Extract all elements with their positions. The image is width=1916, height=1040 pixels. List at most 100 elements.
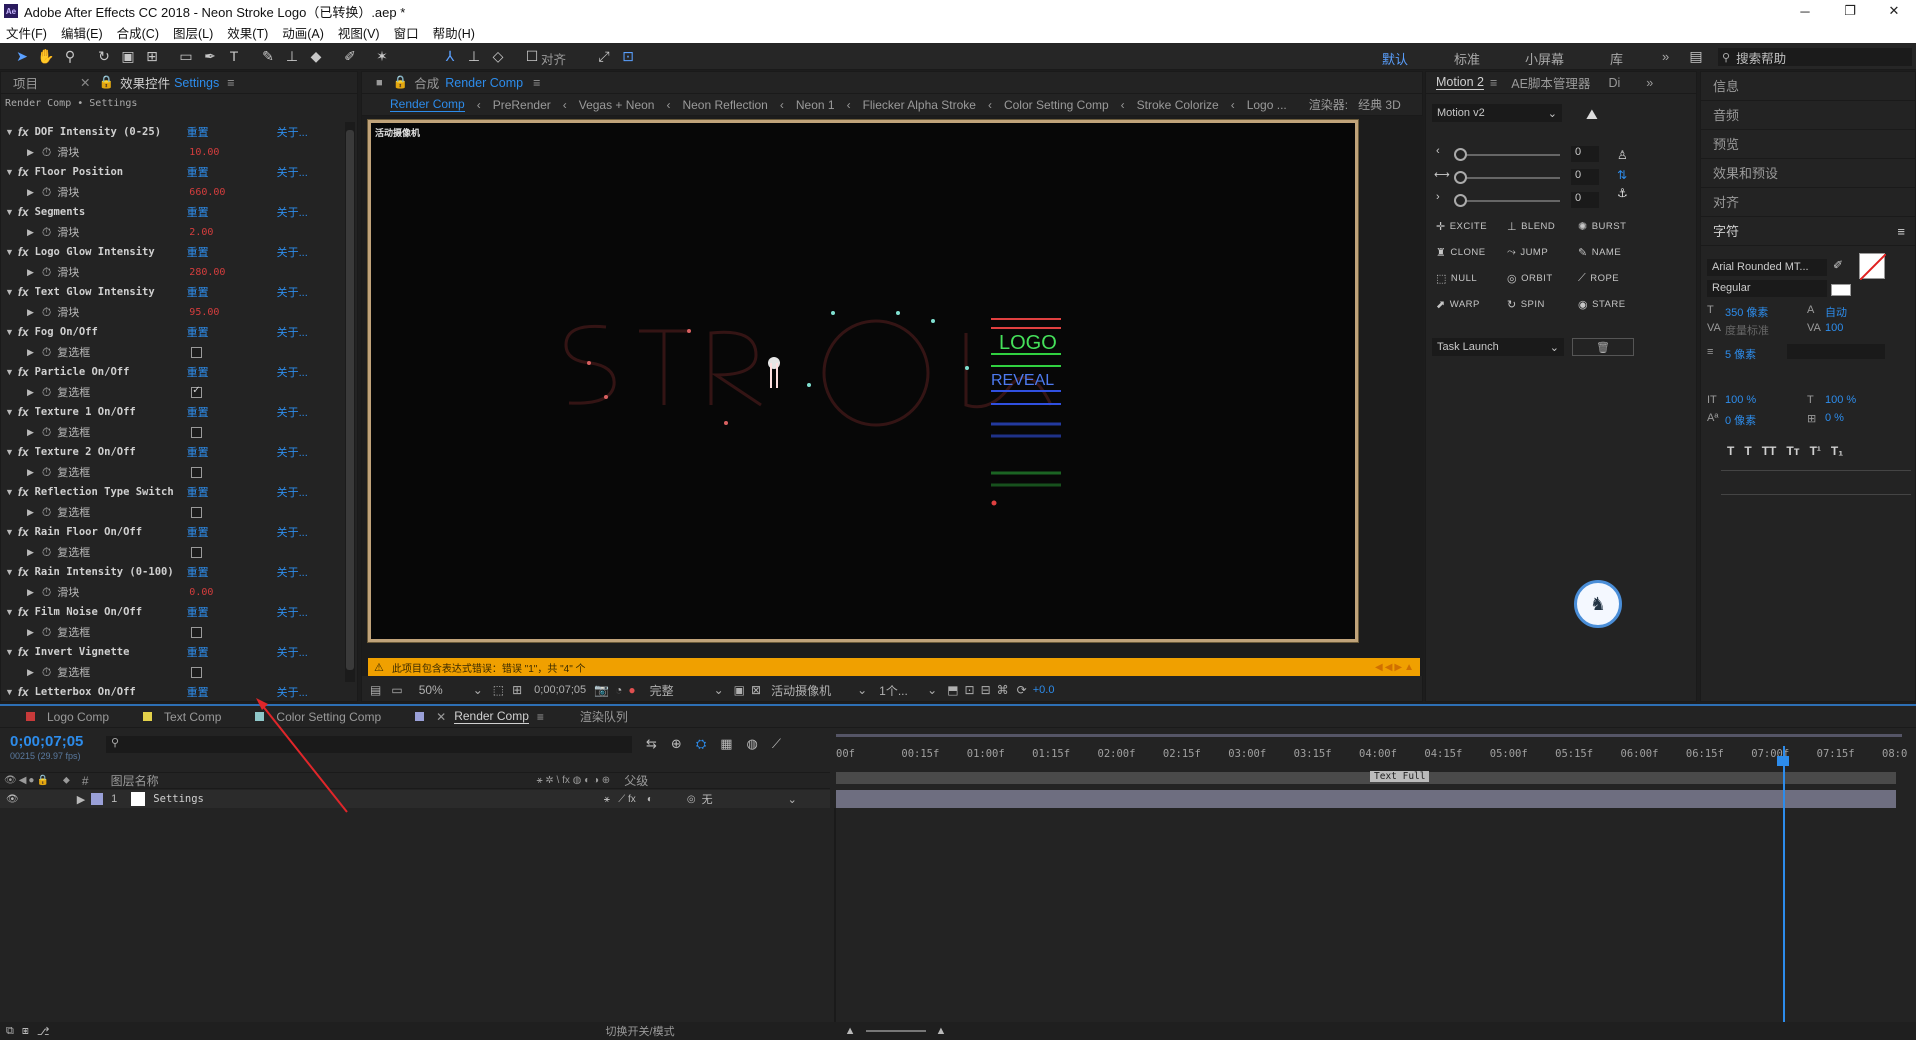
effects-scroll-thumb[interactable] bbox=[346, 130, 354, 670]
panel-audio[interactable]: 音频 bbox=[1701, 101, 1915, 130]
visibility-eye-icon[interactable]: 👁 bbox=[6, 794, 19, 805]
timeline-tab[interactable]: Text Comp bbox=[143, 710, 221, 724]
reset-exposure-icon[interactable]: ⟳ bbox=[1017, 683, 1027, 697]
disclosure-triangle-icon[interactable]: ▼ bbox=[5, 407, 14, 417]
tab-effect-controls[interactable]: 效果控件 bbox=[120, 73, 170, 92]
toggle-switches-modes[interactable]: 切换开关/模式 bbox=[606, 1023, 675, 1039]
tracking-value[interactable]: 100 bbox=[1825, 322, 1843, 334]
layer-search-input[interactable]: ⚲ bbox=[106, 736, 632, 753]
leading-value[interactable]: 自动 bbox=[1825, 304, 1847, 320]
checkbox[interactable] bbox=[191, 666, 203, 678]
effect-header[interactable]: ▼ fx Reflection Type Switch 重置 关于... bbox=[1, 482, 341, 502]
views-dropdown[interactable]: 1个... bbox=[879, 682, 927, 699]
workspace-library[interactable]: 库 bbox=[1610, 49, 1623, 68]
expand-arrow-icon[interactable]: ▶ bbox=[27, 547, 34, 558]
disclosure-triangle-icon[interactable]: ▼ bbox=[5, 567, 14, 577]
motion-name-button[interactable]: ✎ NAME bbox=[1578, 246, 1621, 259]
panel-menu-icon[interactable]: ≡ bbox=[533, 76, 540, 90]
snap-option-icon[interactable]: ⤢ bbox=[594, 46, 614, 66]
slider-knob[interactable] bbox=[1454, 194, 1467, 207]
snap-checkbox-icon[interactable]: ☐ bbox=[522, 46, 542, 66]
motion-stare-button[interactable]: ◉ STARE bbox=[1578, 298, 1626, 311]
motion-jump-button[interactable]: ⤳ JUMP bbox=[1507, 246, 1548, 259]
effect-header[interactable]: ▼ fx Film Noise On/Off 重置 关于... bbox=[1, 602, 341, 622]
fx-icon[interactable]: fx bbox=[18, 245, 29, 259]
slider-track[interactable] bbox=[1460, 200, 1560, 202]
zoom-slider[interactable] bbox=[865, 1030, 926, 1032]
effect-header[interactable]: ▼ fx DOF Intensity (0-25) 重置 关于... bbox=[1, 122, 341, 142]
lock-icon[interactable]: 🔒 bbox=[393, 75, 409, 90]
stopwatch-icon[interactable]: ⏱ bbox=[42, 305, 51, 320]
stopwatch-icon[interactable]: ⏱ bbox=[42, 425, 51, 440]
timeline-tab[interactable]: ✕ Render Comp ≡ bbox=[415, 709, 544, 724]
hand-tool-icon[interactable]: ✋ bbox=[36, 46, 56, 66]
disclosure-triangle-icon[interactable]: ▼ bbox=[5, 687, 14, 697]
camera-dropdown[interactable]: 活动摄像机 bbox=[771, 682, 857, 699]
vertical-scale-value[interactable]: 100 % bbox=[1725, 394, 1756, 406]
fx-icon[interactable]: fx bbox=[18, 205, 29, 219]
slider-value[interactable]: 95.00 bbox=[189, 307, 219, 318]
expand-arrow-icon[interactable]: ▶ bbox=[27, 467, 34, 478]
graph-editor-icon[interactable]: ⟋ bbox=[772, 736, 781, 752]
font-style-button[interactable]: Tт bbox=[1786, 444, 1799, 458]
effect-header[interactable]: ▼ fx Floor Position 重置 关于... bbox=[1, 162, 341, 182]
grid-icon[interactable]: ⊞ bbox=[512, 683, 522, 697]
motion-burst-button[interactable]: ✺ BURST bbox=[1578, 220, 1626, 233]
about-link[interactable]: 关于... bbox=[277, 444, 308, 460]
effect-header[interactable]: ▼ fx Segments 重置 关于... bbox=[1, 202, 341, 222]
motion-spin-button[interactable]: ↻ SPIN bbox=[1507, 298, 1545, 311]
about-link[interactable]: 关于... bbox=[277, 404, 308, 420]
about-link[interactable]: 关于... bbox=[277, 484, 308, 500]
font-style-dropdown[interactable]: Regular bbox=[1707, 280, 1827, 297]
brush-tool-icon[interactable]: ✎ bbox=[258, 46, 278, 66]
roto-brush-tool-icon[interactable]: ✐ bbox=[340, 46, 360, 66]
comp-tab[interactable]: Fliecker Alpha Stroke bbox=[863, 98, 976, 112]
exposure-value[interactable]: +0.0 bbox=[1033, 684, 1055, 696]
font-family-dropdown[interactable]: Arial Rounded MT... bbox=[1707, 259, 1827, 276]
work-area-bar[interactable] bbox=[836, 734, 1902, 740]
reset-link[interactable]: 重置 bbox=[187, 404, 277, 420]
effect-header[interactable]: ▼ fx Rain Intensity (0-100) 重置 关于... bbox=[1, 562, 341, 582]
about-link[interactable]: 关于... bbox=[277, 604, 308, 620]
disclosure-triangle-icon[interactable]: ▼ bbox=[5, 527, 14, 537]
effects-scrollbar[interactable] bbox=[345, 122, 355, 682]
fx-icon[interactable]: fx bbox=[18, 285, 29, 299]
disclosure-triangle-icon[interactable]: ▼ bbox=[5, 327, 14, 337]
workspace-more[interactable]: » bbox=[1662, 49, 1669, 64]
reset-link[interactable]: 重置 bbox=[187, 324, 277, 340]
checkbox[interactable] bbox=[191, 506, 203, 518]
stopwatch-icon[interactable]: ⏱ bbox=[42, 585, 51, 600]
lock-icon[interactable]: 🔒 bbox=[99, 75, 115, 90]
fill-color-swatch[interactable] bbox=[1859, 253, 1887, 281]
eyedropper-icon[interactable]: ✐ bbox=[1833, 258, 1843, 272]
about-link[interactable]: 关于... bbox=[277, 164, 308, 180]
lock-icon[interactable]: 🔒 bbox=[36, 775, 48, 786]
chevron-down-icon[interactable]: ⌄ bbox=[473, 683, 483, 697]
stopwatch-icon[interactable]: ⏱ bbox=[42, 665, 51, 680]
fx-icon[interactable]: fx bbox=[18, 165, 29, 179]
disclosure-triangle-icon[interactable]: ▼ bbox=[5, 287, 14, 297]
pin-icon[interactable]: ♙ bbox=[1617, 148, 1628, 162]
expand-arrow-icon[interactable]: ▶ bbox=[27, 187, 34, 198]
view-axis-icon[interactable]: ◇ bbox=[488, 46, 508, 66]
snap-target-icon[interactable]: ⊡ bbox=[618, 46, 638, 66]
about-link[interactable]: 关于... bbox=[277, 124, 308, 140]
warning-nav-icons[interactable]: ◀◀▶▲ bbox=[1375, 662, 1416, 673]
workspace-standard[interactable]: 标准 bbox=[1454, 49, 1480, 68]
checkbox[interactable] bbox=[191, 426, 203, 438]
layer-switches[interactable]: ⚹ ⟋ fx ◐ bbox=[604, 794, 653, 805]
timeline-tab[interactable]: Color Setting Comp bbox=[255, 710, 381, 724]
reset-link[interactable]: 重置 bbox=[187, 444, 277, 460]
effect-header[interactable]: ▼ fx Rain Floor On/Off 重置 关于... bbox=[1, 522, 341, 542]
reset-link[interactable]: 重置 bbox=[187, 204, 277, 220]
effect-header[interactable]: ▼ fx Particle On/Off 重置 关于... bbox=[1, 362, 341, 382]
time-ruler[interactable]: 00f 00:15f 01:00f 01:15f 02:00f 02:15f 03:00f 0… bbox=[836, 748, 1907, 762]
expand-arrow-icon[interactable]: ▶ bbox=[27, 267, 34, 278]
comp-name[interactable]: Render Comp bbox=[445, 76, 523, 90]
font-style-button[interactable]: T bbox=[1727, 444, 1734, 458]
parent-dropdown[interactable]: 无 bbox=[702, 791, 788, 807]
show-snapshot-icon[interactable]: ◔ bbox=[615, 683, 622, 697]
checkbox[interactable] bbox=[191, 385, 203, 398]
tab-motion2[interactable]: Motion 2 bbox=[1436, 75, 1484, 90]
fx-icon[interactable]: fx bbox=[18, 365, 29, 379]
